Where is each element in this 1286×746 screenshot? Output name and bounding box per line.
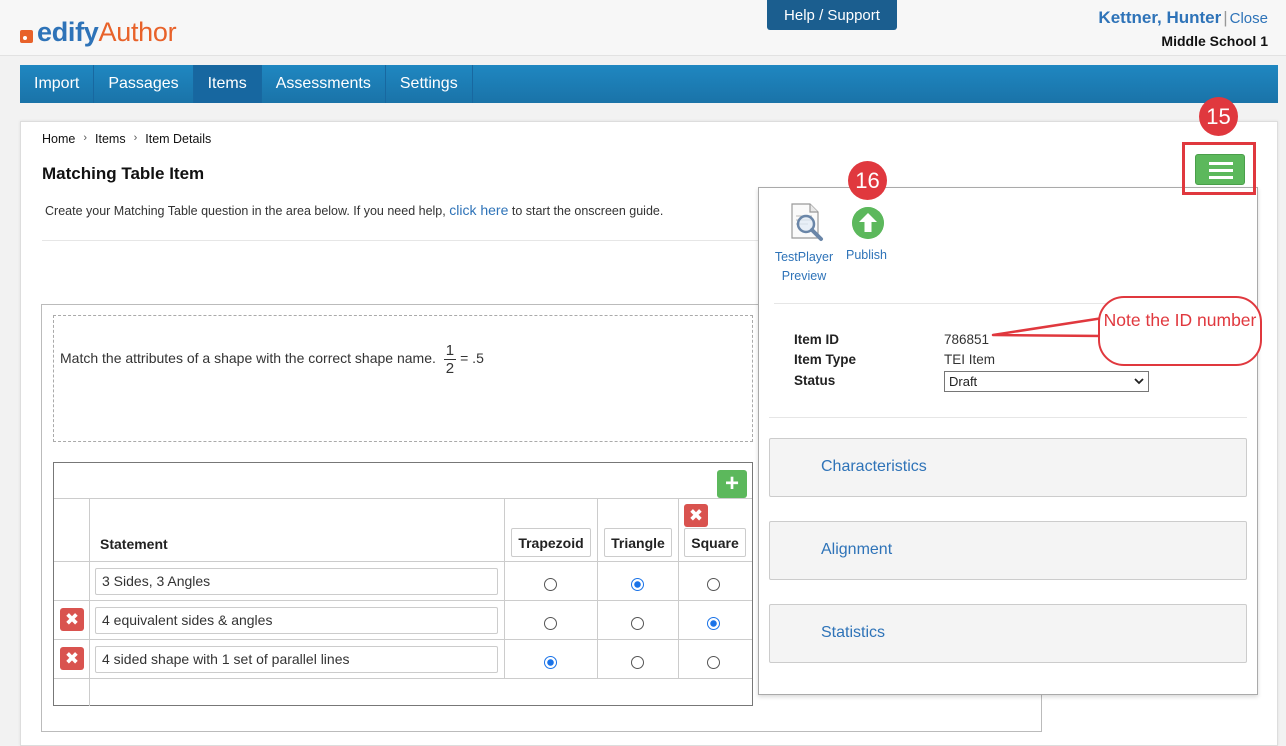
divider xyxy=(769,417,1247,418)
nav-import[interactable]: Import xyxy=(20,65,95,103)
edify-author-logo[interactable]: edify Author xyxy=(20,16,177,48)
alignment-label: Alignment xyxy=(821,541,893,558)
column-header-trapezoid[interactable]: Trapezoid xyxy=(511,528,591,557)
breadcrumb-items[interactable]: Items xyxy=(95,132,126,146)
publish-label[interactable]: Publish xyxy=(846,248,887,262)
chevron-down-icon xyxy=(1134,378,1144,385)
callout-pointer xyxy=(991,316,1104,338)
top-header: edify Author Help / Support Kettner, Hun… xyxy=(0,0,1286,56)
breadcrumb-home[interactable]: Home xyxy=(42,132,75,146)
hamburger-icon xyxy=(1209,176,1233,179)
statement-input-3[interactable]: 4 sided shape with 1 set of parallel lin… xyxy=(95,646,498,673)
table-grid-line xyxy=(54,498,752,499)
table-grid-line xyxy=(678,499,679,679)
fraction-suffix: = .5 xyxy=(460,350,484,367)
hamburger-icon xyxy=(1209,169,1233,172)
intro-after: to start the onscreen guide. xyxy=(511,204,664,218)
user-block: Kettner, Hunter | Close Middle School 1 xyxy=(1098,8,1268,49)
logo-mark-icon xyxy=(20,29,33,43)
item-type-label: Item Type xyxy=(794,352,857,367)
breadcrumb-current: Item Details xyxy=(145,132,212,146)
radio-row3-square[interactable] xyxy=(707,656,720,669)
help-support-button[interactable]: Help / Support xyxy=(767,0,897,30)
delete-column-button[interactable]: ✖ xyxy=(684,504,708,527)
menu-highlight-box xyxy=(1182,142,1256,195)
breadcrumb-separator: › xyxy=(83,132,88,144)
radio-row1-square[interactable] xyxy=(707,578,720,591)
intro-text: Create your Matching Table question in t… xyxy=(45,202,663,218)
content-card: Home › Items › Item Details Matching Tab… xyxy=(20,121,1278,746)
logo-author-text: Author xyxy=(98,16,177,47)
item-id-label: Item ID xyxy=(794,332,840,347)
breadcrumb-separator: › xyxy=(133,132,138,144)
intro-before: Create your Matching Table question in t… xyxy=(45,204,446,218)
radio-row2-square[interactable] xyxy=(707,617,720,630)
logo-edify-text: edify xyxy=(37,16,99,47)
breadcrumb: Home › Items › Item Details xyxy=(42,132,211,146)
question-stem: Match the attributes of a shape with the… xyxy=(60,350,436,367)
table-grid-line xyxy=(89,499,90,706)
statement-input-2[interactable]: 4 equivalent sides & angles xyxy=(95,607,498,634)
hamburger-menu-button[interactable] xyxy=(1195,154,1245,185)
hamburger-icon xyxy=(1209,162,1233,165)
statement-input-1[interactable]: 3 Sides, 3 Angles xyxy=(95,568,498,595)
status-select[interactable]: Draft xyxy=(944,371,1149,392)
question-stem-editor[interactable]: Match the attributes of a shape with the… xyxy=(53,315,753,442)
radio-row1-trapezoid[interactable] xyxy=(544,578,557,591)
item-actions-panel: TestPlayer Preview Publish Item ID 78685… xyxy=(758,187,1258,695)
radio-row3-trapezoid[interactable] xyxy=(544,656,557,669)
testplayer-preview-icon[interactable] xyxy=(786,202,826,242)
add-column-button[interactable]: + xyxy=(717,470,747,498)
user-separator: | xyxy=(1223,8,1228,27)
callout-note-id: Note the ID number xyxy=(1098,296,1262,366)
publish-icon[interactable] xyxy=(852,207,884,239)
table-grid-line xyxy=(54,561,752,562)
matching-table: + Statement Trapezoid Triangle Square ✖ … xyxy=(53,462,753,706)
alignment-section[interactable]: Alignment xyxy=(769,521,1247,580)
radio-row2-trapezoid[interactable] xyxy=(544,617,557,630)
status-select-value: Draft xyxy=(949,374,978,389)
delete-row-button[interactable]: ✖ xyxy=(60,647,84,670)
radio-row3-triangle[interactable] xyxy=(631,656,644,669)
status-label: Status xyxy=(794,373,836,388)
table-grid-line xyxy=(54,600,752,601)
delete-row-button[interactable]: ✖ xyxy=(60,608,84,631)
testplayer-preview-label[interactable]: TestPlayer Preview xyxy=(772,248,836,286)
nav-settings[interactable]: Settings xyxy=(386,65,473,103)
main-nav: Import Passages Items Assessments Settin… xyxy=(20,65,1278,103)
statistics-section[interactable]: Statistics xyxy=(769,604,1247,663)
question-text: Match the attributes of a shape with the… xyxy=(60,342,484,377)
column-header-triangle[interactable]: Triangle xyxy=(604,528,672,557)
page-title: Matching Table Item xyxy=(42,164,205,183)
step-badge-15: 15 xyxy=(1199,97,1238,136)
table-grid-line xyxy=(54,639,752,640)
table-grid-line xyxy=(504,499,505,679)
item-type-value: TEI Item xyxy=(944,352,996,367)
nav-items[interactable]: Items xyxy=(193,65,262,103)
step-badge-16: 16 xyxy=(848,161,887,200)
column-header-square[interactable]: Square xyxy=(684,528,746,557)
divider xyxy=(42,240,762,241)
guide-link[interactable]: click here xyxy=(449,202,508,218)
radio-row2-triangle[interactable] xyxy=(631,617,644,630)
close-link[interactable]: Close xyxy=(1230,10,1268,27)
statistics-label: Statistics xyxy=(821,624,886,641)
radio-row1-triangle[interactable] xyxy=(631,578,644,591)
fraction-denominator: 2 xyxy=(445,360,455,377)
item-id-value: 786851 xyxy=(944,332,990,347)
statement-header: Statement xyxy=(100,536,168,552)
characteristics-label: Characteristics xyxy=(821,458,927,475)
table-grid-line xyxy=(597,499,598,679)
fraction-numerator: 1 xyxy=(443,342,457,360)
user-name-link[interactable]: Kettner, Hunter xyxy=(1098,8,1221,27)
school-name: Middle School 1 xyxy=(1161,33,1268,49)
nav-passages[interactable]: Passages xyxy=(94,65,194,103)
nav-assessments[interactable]: Assessments xyxy=(262,65,386,103)
characteristics-section[interactable]: Characteristics xyxy=(769,438,1247,497)
table-grid-line xyxy=(54,678,752,679)
fraction: 1 2 xyxy=(443,342,457,377)
